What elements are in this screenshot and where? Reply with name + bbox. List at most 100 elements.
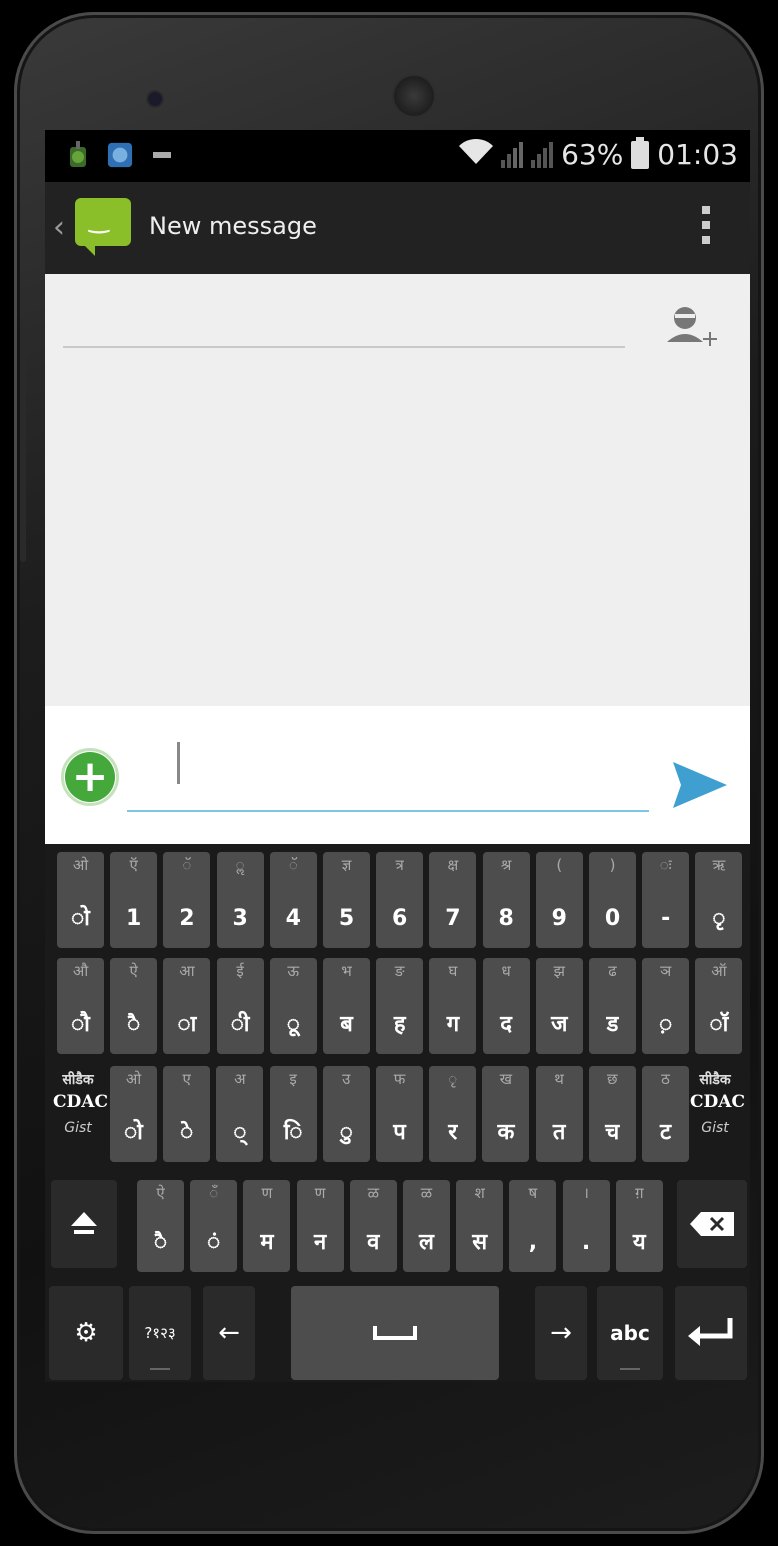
key-row1-11[interactable]: ः - <box>642 852 690 948</box>
key-row2-2[interactable]: आा <box>163 958 211 1054</box>
recipient-input[interactable] <box>63 346 625 348</box>
shift-key[interactable] <box>51 1180 117 1268</box>
key-row3-6[interactable]: ृ र <box>429 1066 477 1162</box>
key-row2-3[interactable]: ईी <box>216 958 264 1054</box>
key-row4-4[interactable]: ळव <box>349 1180 397 1272</box>
action-bar: ‹ ‿ New message <box>45 182 750 274</box>
keyboard: ओो ऍ 1ॅ 2ॢ 3ॅ 4 ज्ञ 5 त्र 6 क्ष 7 श्र 8(9) 0ः - ऋृ औौ ऐै आा… <box>45 844 750 1382</box>
add-contact-icon[interactable] <box>665 304 719 356</box>
key-hint-label: ध <box>501 962 511 980</box>
right-arrow-key[interactable]: → <box>535 1286 587 1380</box>
cdac-gist-key-right[interactable]: सीडैक CDAC Gist <box>690 1064 745 1164</box>
send-icon[interactable] <box>671 760 729 814</box>
key-main-label: ु <box>339 1120 353 1145</box>
key-row3-9[interactable]: छच <box>588 1066 636 1162</box>
key-row1-2[interactable]: ॅ 2 <box>163 852 211 948</box>
key-hint-label: ञ <box>660 962 672 980</box>
key-main-label: ृ <box>712 906 726 931</box>
recipient-area <box>45 274 750 706</box>
key-main-label: े <box>180 1120 194 1145</box>
message-input[interactable] <box>127 736 649 812</box>
key-hint-label: अ <box>234 1070 246 1088</box>
key-row3-2[interactable]: अ् <box>216 1066 264 1162</box>
signal-no-sim-icon <box>531 141 554 168</box>
key-row3-8[interactable]: थत <box>535 1066 583 1162</box>
key-main-label: 3 <box>232 906 248 931</box>
backspace-key[interactable] <box>677 1180 747 1268</box>
key-row1-8[interactable]: श्र 8 <box>482 852 530 948</box>
abc-key-label: abc <box>610 1321 650 1345</box>
key-row1-4[interactable]: ॅ 4 <box>269 852 317 948</box>
settings-key[interactable]: ⚙ <box>49 1286 123 1380</box>
space-bar-icon <box>373 1326 417 1340</box>
key-row2-8[interactable]: धद <box>482 958 530 1054</box>
key-row3-10[interactable]: ठट <box>642 1066 689 1162</box>
key-hint-label: ठ <box>661 1070 670 1088</box>
enter-key[interactable] <box>675 1286 747 1380</box>
key-row4-1[interactable]: ँं <box>190 1180 238 1272</box>
key-main-label: द <box>500 1012 512 1037</box>
battery-icon <box>631 136 650 169</box>
key-row2-9[interactable]: झज <box>535 958 583 1054</box>
key-row3-0[interactable]: ओो <box>110 1066 157 1162</box>
key-hint-label: त्र <box>395 856 404 874</box>
key-row1-9[interactable]: (9 <box>535 852 583 948</box>
key-row1-10[interactable]: ) 0 <box>589 852 636 948</box>
key-row4-8[interactable]: ।. <box>562 1180 610 1272</box>
key-row4-5[interactable]: ळल <box>403 1180 450 1272</box>
back-chevron-icon[interactable]: ‹ <box>53 210 65 245</box>
key-main-label: ै <box>153 1230 168 1255</box>
key-row1-1[interactable]: ऍ1 <box>110 852 158 948</box>
key-row1-7[interactable]: क्ष 7 <box>429 852 477 948</box>
key-main-label: 9 <box>551 906 567 931</box>
key-row3-5[interactable]: फप <box>376 1066 423 1162</box>
key-row3-3[interactable]: इि <box>269 1066 317 1162</box>
key-row3-1[interactable]: एे <box>163 1066 211 1162</box>
key-hint-label: ऋ <box>712 856 726 874</box>
key-row2-12[interactable]: ऑॉ <box>695 958 743 1054</box>
key-hint-label: ग़ <box>635 1184 644 1202</box>
overflow-menu-icon[interactable] <box>702 206 710 244</box>
key-row1-3[interactable]: ॢ 3 <box>216 852 264 948</box>
key-row4-2[interactable]: णम <box>243 1180 291 1272</box>
key-row1-5[interactable]: ज्ञ 5 <box>323 852 370 948</box>
numbers-key[interactable]: ?१२३ <box>129 1286 191 1380</box>
key-row2-7[interactable]: घग <box>429 958 477 1054</box>
left-arrow-key[interactable]: ← <box>203 1286 255 1380</box>
cdac-gist-key-left[interactable]: सीडैक CDAC Gist <box>53 1064 108 1164</box>
key-row2-11[interactable]: ञ़ <box>642 958 690 1054</box>
key-row1-12[interactable]: ऋृ <box>695 852 743 948</box>
key-row3-4[interactable]: उु <box>322 1066 370 1162</box>
key-hint-label: उ <box>342 1070 351 1088</box>
key-row4-6[interactable]: शस <box>456 1180 504 1272</box>
key-hint-label: भ <box>341 962 352 980</box>
key-row2-1[interactable]: ऐै <box>110 958 158 1054</box>
key-row3-7[interactable]: खक <box>482 1066 530 1162</box>
key-row2-0[interactable]: औौ <box>57 958 104 1054</box>
key-main-label: 1 <box>126 906 142 931</box>
key-row1-6[interactable]: त्र 6 <box>376 852 424 948</box>
key-hint-label: ऐ <box>156 1184 165 1202</box>
key-row4-3[interactable]: णन <box>296 1180 344 1272</box>
abc-key[interactable]: abc <box>597 1286 663 1380</box>
key-row4-0[interactable]: ऐै <box>137 1180 184 1272</box>
key-main-label: ा <box>177 1012 197 1037</box>
key-main-label: ग <box>446 1012 460 1037</box>
key-row2-5[interactable]: भब <box>323 958 370 1054</box>
key-main-label: ड <box>606 1012 619 1037</box>
key-row4-7[interactable]: ष, <box>509 1180 557 1272</box>
key-row4-9[interactable]: ग़ य <box>615 1180 663 1272</box>
key-row2-4[interactable]: ऊू <box>269 958 317 1054</box>
key-row2-10[interactable]: ढड <box>589 958 636 1054</box>
key-hint-label: ॢ <box>235 856 245 874</box>
key-main-label: ़ <box>659 1012 673 1037</box>
key-main-label: 0 <box>604 906 621 931</box>
messaging-smiley-icon[interactable]: ‿ <box>75 198 131 256</box>
key-row1-0[interactable]: ओो <box>57 852 104 948</box>
shift-arrow-icon <box>71 1212 97 1234</box>
key-hint-label: ढ <box>608 962 617 980</box>
key-row2-6[interactable]: ङह <box>376 958 424 1054</box>
key-hint-label: ृ <box>448 1070 458 1088</box>
space-key[interactable] <box>291 1286 499 1380</box>
attach-plus-icon[interactable]: + <box>61 748 119 806</box>
